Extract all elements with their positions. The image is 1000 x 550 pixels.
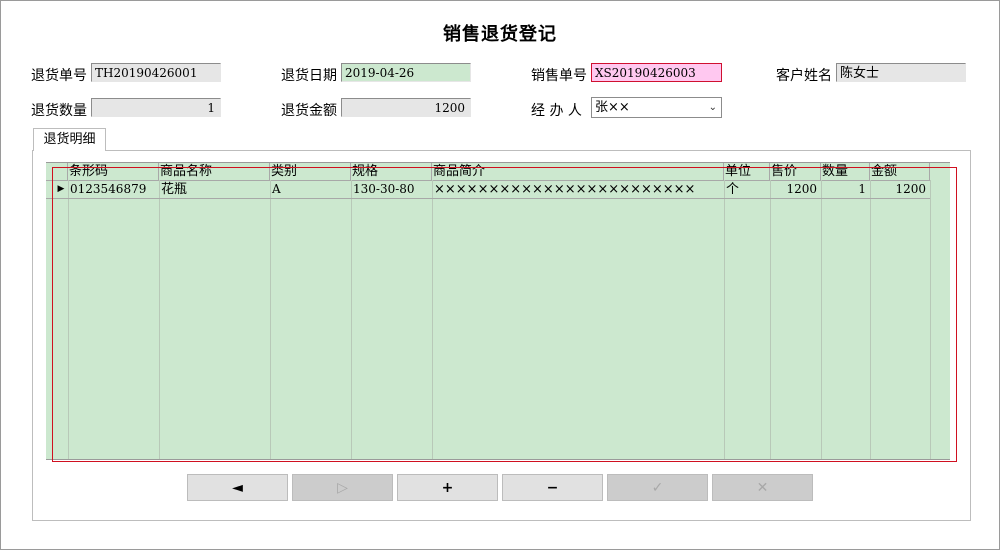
- sales-no-label: 销售单号: [531, 68, 587, 84]
- grid-divider: [432, 180, 433, 459]
- cell-spec[interactable]: 130-30-80: [351, 181, 432, 198]
- col-quantity[interactable]: 数量: [821, 163, 870, 180]
- grid-divider: [159, 180, 160, 459]
- handler-label: 经 办 人: [531, 103, 582, 119]
- prev-record-button[interactable]: ◄: [187, 474, 288, 501]
- grid-divider: [724, 180, 725, 459]
- cancel-button[interactable]: ✕: [712, 474, 813, 501]
- col-description[interactable]: 商品简介: [432, 163, 724, 180]
- customer-label: 客户姓名: [776, 68, 832, 84]
- grid-divider: [930, 180, 931, 459]
- delete-record-button[interactable]: −: [502, 474, 603, 501]
- return-no-field[interactable]: TH20190426001: [91, 63, 221, 82]
- confirm-button[interactable]: ✓: [607, 474, 708, 501]
- grid-divider: [68, 180, 69, 459]
- col-barcode[interactable]: 条形码: [68, 163, 159, 180]
- grid-divider: [351, 180, 352, 459]
- handler-select[interactable]: 张×× ⌄: [591, 97, 722, 118]
- cell-category[interactable]: A: [270, 181, 351, 198]
- return-amount-field[interactable]: 1200: [341, 98, 471, 117]
- grid-divider: [270, 180, 271, 459]
- header-corner: [46, 163, 68, 180]
- cell-description[interactable]: ××××××××××××××××××××××××: [432, 181, 724, 198]
- table-row[interactable]: 0123546879 花瓶 A 130-30-80 ××××××××××××××…: [46, 181, 930, 199]
- tab-return-details[interactable]: 退货明细: [33, 128, 106, 151]
- cell-price[interactable]: 1200: [770, 181, 821, 198]
- add-record-button[interactable]: +: [397, 474, 498, 501]
- cell-amount[interactable]: 1200: [870, 181, 930, 198]
- return-no-label: 退货单号: [31, 68, 87, 84]
- cell-unit[interactable]: 个: [724, 181, 770, 198]
- handler-value: 张××: [595, 100, 630, 115]
- return-amount-label: 退货金额: [281, 103, 337, 119]
- cell-product-name[interactable]: 花瓶: [159, 181, 270, 198]
- return-qty-label: 退货数量: [31, 103, 87, 119]
- next-record-button[interactable]: ▷: [292, 474, 393, 501]
- return-date-label: 退货日期: [281, 68, 337, 84]
- col-spec[interactable]: 规格: [351, 163, 432, 180]
- grid-divider: [821, 180, 822, 459]
- col-price[interactable]: 售价: [770, 163, 821, 180]
- grid-header: 条形码 商品名称 类别 规格 商品简介 单位 售价 数量 金额: [46, 163, 930, 181]
- return-date-field[interactable]: 2019-04-26: [341, 63, 471, 82]
- grid-divider: [870, 180, 871, 459]
- col-unit[interactable]: 单位: [724, 163, 770, 180]
- customer-field[interactable]: 陈女士: [836, 63, 966, 82]
- chevron-down-icon[interactable]: ⌄: [709, 98, 717, 117]
- cell-barcode[interactable]: 0123546879: [68, 181, 159, 198]
- details-grid[interactable]: 条形码 商品名称 类别 规格 商品简介 单位 售价 数量 金额 ▶ 012354…: [46, 162, 950, 460]
- col-amount[interactable]: 金额: [870, 163, 930, 180]
- sales-no-field[interactable]: XS20190426003: [591, 63, 722, 82]
- col-product-name[interactable]: 商品名称: [159, 163, 270, 180]
- col-category[interactable]: 类别: [270, 163, 351, 180]
- grid-divider: [770, 180, 771, 459]
- cell-quantity[interactable]: 1: [821, 181, 870, 198]
- return-qty-field[interactable]: 1: [91, 98, 221, 117]
- page-title: 销售退货登记: [443, 24, 557, 45]
